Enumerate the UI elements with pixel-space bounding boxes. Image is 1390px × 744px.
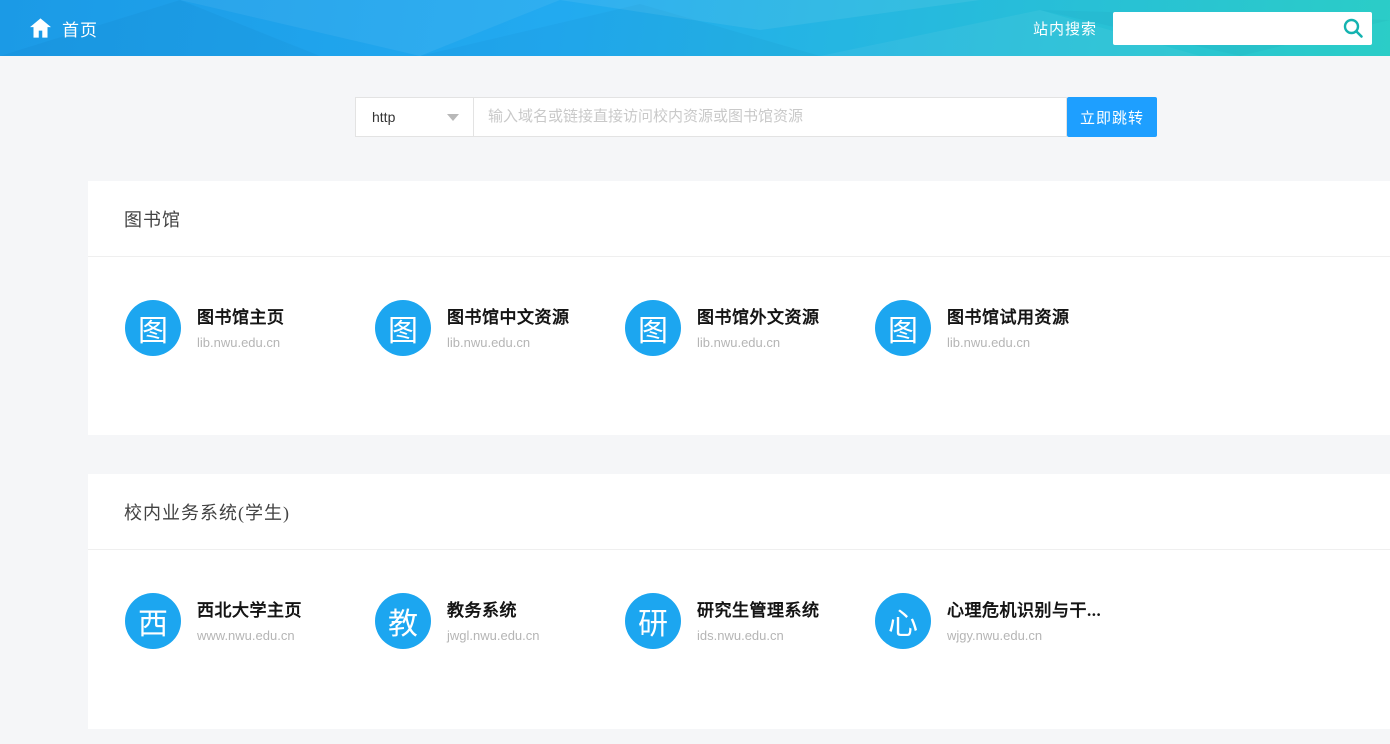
home-nav[interactable]: 首页 <box>30 0 98 56</box>
item-icon: 图 <box>125 300 181 356</box>
link-item-academic-system[interactable]: 教 教务系统 jwgl.nwu.edu.cn <box>375 593 625 649</box>
jump-now-button[interactable]: 立即跳转 <box>1067 97 1157 137</box>
item-icon: 心 <box>875 593 931 649</box>
item-url: lib.nwu.edu.cn <box>447 335 570 350</box>
item-icon: 教 <box>375 593 431 649</box>
item-text: 心理危机识别与干... wjgy.nwu.edu.cn <box>947 593 1101 643</box>
item-url: lib.nwu.edu.cn <box>947 335 1070 350</box>
top-navbar: 首页 站内搜索 <box>0 0 1390 56</box>
section-card-campus-systems: 校内业务系统(学生) 西 西北大学主页 www.nwu.edu.cn 教 教务系… <box>88 474 1390 729</box>
link-item-graduate-system[interactable]: 研 研究生管理系统 ids.nwu.edu.cn <box>625 593 875 649</box>
item-icon: 图 <box>875 300 931 356</box>
item-title: 图书馆试用资源 <box>947 303 1070 328</box>
item-text: 教务系统 jwgl.nwu.edu.cn <box>447 593 540 643</box>
link-item-nwu-home[interactable]: 西 西北大学主页 www.nwu.edu.cn <box>125 593 375 649</box>
item-url: lib.nwu.edu.cn <box>697 335 820 350</box>
link-item-library-trial[interactable]: 图 图书馆试用资源 lib.nwu.edu.cn <box>875 300 1125 356</box>
item-text: 图书馆主页 lib.nwu.edu.cn <box>197 300 285 350</box>
site-search-input[interactable] <box>1113 12 1372 45</box>
item-icon: 图 <box>375 300 431 356</box>
item-title: 图书馆中文资源 <box>447 303 570 328</box>
protocol-select[interactable]: http <box>355 97 473 137</box>
item-title: 图书馆主页 <box>197 303 285 328</box>
item-url: lib.nwu.edu.cn <box>197 335 285 350</box>
item-icon: 研 <box>625 593 681 649</box>
items-row: 图 图书馆主页 lib.nwu.edu.cn 图 图书馆中文资源 lib.nwu… <box>88 257 1390 356</box>
section-card-library: 图书馆 图 图书馆主页 lib.nwu.edu.cn 图 图书馆中文资源 lib… <box>88 181 1390 435</box>
home-icon <box>30 18 51 38</box>
protocol-selected-value: http <box>372 109 395 125</box>
item-text: 图书馆外文资源 lib.nwu.edu.cn <box>697 300 820 350</box>
site-search-box <box>1113 12 1372 45</box>
item-title: 心理危机识别与干... <box>947 596 1101 621</box>
chevron-down-icon <box>447 114 459 121</box>
item-text: 西北大学主页 www.nwu.edu.cn <box>197 593 302 643</box>
section-title: 图书馆 <box>88 181 1390 257</box>
section-title: 校内业务系统(学生) <box>88 474 1390 550</box>
link-item-library-home[interactable]: 图 图书馆主页 lib.nwu.edu.cn <box>125 300 375 356</box>
site-search-label: 站内搜索 <box>1033 18 1097 39</box>
item-title: 图书馆外文资源 <box>697 303 820 328</box>
item-title: 研究生管理系统 <box>697 596 820 621</box>
link-item-psych-crisis[interactable]: 心 心理危机识别与干... wjgy.nwu.edu.cn <box>875 593 1125 649</box>
item-url: jwgl.nwu.edu.cn <box>447 628 540 643</box>
item-title: 西北大学主页 <box>197 596 302 621</box>
item-text: 图书馆试用资源 lib.nwu.edu.cn <box>947 300 1070 350</box>
home-label: 首页 <box>62 16 98 41</box>
item-url: ids.nwu.edu.cn <box>697 628 820 643</box>
site-search-group: 站内搜索 <box>1033 0 1372 56</box>
url-jump-input[interactable] <box>473 97 1067 137</box>
items-row: 西 西北大学主页 www.nwu.edu.cn 教 教务系统 jwgl.nwu.… <box>88 550 1390 649</box>
item-url: www.nwu.edu.cn <box>197 628 302 643</box>
link-item-library-chinese[interactable]: 图 图书馆中文资源 lib.nwu.edu.cn <box>375 300 625 356</box>
item-title: 教务系统 <box>447 596 540 621</box>
item-text: 研究生管理系统 ids.nwu.edu.cn <box>697 593 820 643</box>
item-icon: 西 <box>125 593 181 649</box>
link-item-library-foreign[interactable]: 图 图书馆外文资源 lib.nwu.edu.cn <box>625 300 875 356</box>
item-text: 图书馆中文资源 lib.nwu.edu.cn <box>447 300 570 350</box>
item-icon: 图 <box>625 300 681 356</box>
search-icon[interactable] <box>1342 17 1364 39</box>
item-url: wjgy.nwu.edu.cn <box>947 628 1101 643</box>
